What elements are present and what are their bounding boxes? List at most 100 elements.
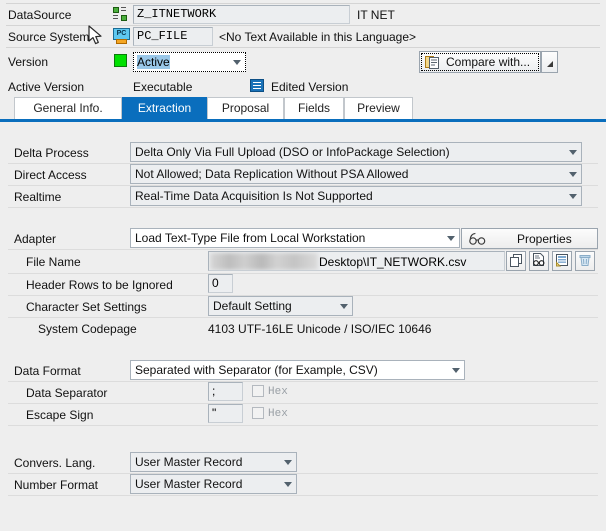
charset-label: Character Set Settings [26,300,147,314]
file-name-value: Desktop\IT_NETWORK.csv [319,255,467,269]
data-separator-row: Data Separator ; Hex [0,382,606,404]
chevron-down-icon [569,150,577,155]
direct-access-label: Direct Access [14,168,87,182]
pc-file-icon: PC [113,28,130,44]
realtime-label: Realtime [14,190,62,204]
convers-lang-value: User Master Record [135,455,243,469]
source-system-label: Source System [8,30,90,44]
edited-version-icon [250,79,264,92]
number-format-label: Number Format [14,478,99,492]
source-system-description: <No Text Available in this Language> [219,30,417,44]
glasses-icon [469,232,486,245]
direct-access-row: Direct Access Not Allowed; Data Replicat… [0,164,606,186]
chevron-down-icon [569,194,577,199]
header-area: DataSource Z_ITNETWORK IT NET Source Sys… [0,0,606,97]
escape-sign-input[interactable]: " [208,404,243,423]
header-rows-row: Header Rows to be Ignored 0 [0,274,606,296]
adapter-properties-button[interactable]: Properties [461,228,598,249]
file-name-input[interactable]: Desktop\IT_NETWORK.csv [208,251,505,271]
version-dropdown-value: Active [137,55,170,69]
compare-document-icon [425,56,439,69]
delta-process-label: Delta Process [14,146,89,160]
file-name-row: File Name Desktop\IT_NETWORK.csv [0,250,606,274]
source-system-row: Source System PC PC_FILE <No Text Availa… [0,26,606,48]
data-format-label: Data Format [14,364,81,378]
tab-general-info[interactable]: General Info. [14,97,122,119]
system-codepage-value: 4103 UTF-16LE Unicode / ISO/IEC 10646 [208,322,432,336]
adapter-dropdown[interactable]: Load Text-Type File from Local Workstati… [130,228,460,248]
adapter-row: Adapter Load Text-Type File from Local W… [0,228,606,250]
row-divider [8,207,598,208]
tab-extraction[interactable]: Extraction [122,97,207,119]
chevron-down-icon [447,236,455,241]
escape-sign-hex-checkbox[interactable] [252,407,264,419]
file-path-redacted [210,253,318,270]
active-version-label: Active Version [8,80,85,94]
chevron-down-icon [284,460,292,465]
multiple-selection-icon[interactable] [506,251,526,271]
datasource-name-input[interactable]: Z_ITNETWORK [133,5,350,24]
system-codepage-row: System Codepage 4103 UTF-16LE Unicode / … [0,318,606,340]
compare-with-button[interactable]: Compare with... [419,51,541,73]
datasource-row: DataSource Z_ITNETWORK IT NET [0,4,606,26]
green-square-icon [114,54,127,67]
source-system-input[interactable]: PC_FILE [133,27,213,46]
direct-access-dropdown[interactable]: Not Allowed; Data Replication Without PS… [130,164,582,184]
system-codepage-label: System Codepage [38,322,137,336]
realtime-dropdown[interactable]: Real-Time Data Acquisition Is Not Suppor… [130,186,582,206]
delta-process-row: Delta Process Delta Only Via Full Upload… [0,142,606,164]
data-separator-input[interactable]: ; [208,382,243,401]
delta-process-dropdown[interactable]: Delta Only Via Full Upload (DSO or InfoP… [130,142,582,162]
charset-dropdown[interactable]: Default Setting [208,296,353,316]
tab-proposal[interactable]: Proposal [207,97,284,119]
data-separator-hex-checkbox[interactable] [252,385,264,397]
escape-sign-row: Escape Sign " Hex [0,404,606,426]
active-version-row: Active Version Executable Edited Version [0,76,606,98]
datasource-icon [113,7,130,22]
tab-fields[interactable]: Fields [284,97,344,119]
sap-datasource-screen: DataSource Z_ITNETWORK IT NET Source Sys… [0,0,606,531]
number-format-dropdown[interactable]: User Master Record [130,474,297,494]
datasource-description: IT NET [357,8,395,22]
delete-icon[interactable] [575,251,595,271]
header-divider-2 [6,47,600,48]
realtime-value: Real-Time Data Acquisition Is Not Suppor… [135,189,373,203]
row-divider [8,425,598,426]
adapter-properties-label: Properties [517,232,572,246]
data-separator-label: Data Separator [26,386,108,400]
compare-with-dropdown-button[interactable] [541,51,558,73]
version-row: Version Active Compare with... [0,49,606,75]
file-list-icon[interactable] [552,251,572,271]
tab-strip: General Info. Extraction Proposal Fields… [0,97,606,122]
active-version-value: Executable [133,80,193,94]
number-format-value: User Master Record [135,477,243,491]
version-dropdown[interactable]: Active [133,52,246,72]
chevron-down-icon [284,482,292,487]
escape-sign-label: Escape Sign [26,408,94,422]
convers-lang-row: Convers. Lang. User Master Record [0,452,606,474]
data-format-value: Separated with Separator (for Example, C… [135,363,378,377]
delta-process-value: Delta Only Via Full Upload (DSO or InfoP… [135,145,450,159]
header-rows-input[interactable]: 0 [208,274,233,293]
direct-access-value: Not Allowed; Data Replication Without PS… [135,167,409,181]
chevron-down-icon [569,172,577,177]
row-divider [8,495,598,496]
data-separator-hex-label: Hex [268,386,288,398]
convers-lang-dropdown[interactable]: User Master Record [130,452,297,472]
tab-preview[interactable]: Preview [344,97,413,119]
version-label: Version [8,55,49,69]
datasource-label: DataSource [8,8,72,22]
header-rows-label: Header Rows to be Ignored [26,278,173,292]
compare-with-button-label: Compare with... [446,55,531,69]
number-format-row: Number Format User Master Record [0,474,606,496]
data-format-row: Data Format Separated with Separator (fo… [0,360,606,382]
chevron-down-icon [452,368,460,373]
adapter-label: Adapter [14,232,57,246]
adapter-value: Load Text-Type File from Local Workstati… [135,231,366,245]
edited-version-label: Edited Version [271,80,349,94]
chevron-down-icon [233,60,241,65]
file-preview-icon[interactable] [529,251,549,271]
file-name-label: File Name [26,255,81,269]
data-format-dropdown[interactable]: Separated with Separator (for Example, C… [130,360,465,380]
charset-row: Character Set Settings Default Setting [0,296,606,318]
